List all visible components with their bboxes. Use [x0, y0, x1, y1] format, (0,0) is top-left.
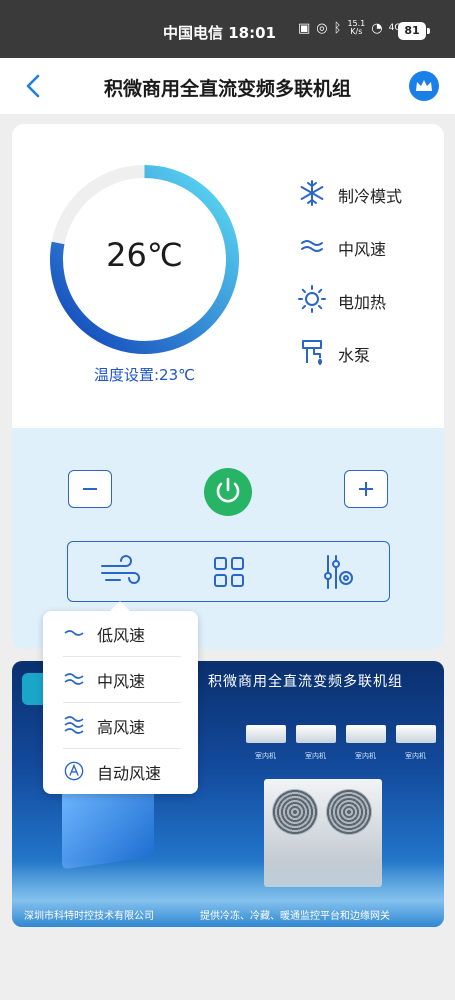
current-temperature: 26℃ — [106, 236, 183, 274]
indoor-unit-image — [246, 725, 286, 743]
battery-icon: 81 — [398, 22, 430, 40]
fan-grille — [326, 789, 372, 835]
indoor-label: 室内机 — [405, 752, 426, 760]
fan-grille — [272, 789, 318, 835]
wind-mid-icon — [64, 673, 84, 685]
banner-title: 积微商用全直流变频多联机组 — [208, 674, 403, 690]
sun-icon — [298, 285, 326, 313]
water-pump-icon — [302, 340, 322, 365]
fan-speed-mid-option[interactable]: 中风速 — [43, 657, 198, 702]
fan-speed-popup: 低风速 中风速 高风速 自动风速 — [43, 611, 198, 794]
power-icon — [216, 477, 240, 503]
fan-speed-button[interactable] — [98, 552, 142, 592]
status-icons: ▣ ◎ ᛒ 15.1 K/s ◔ 4G — [298, 20, 401, 36]
minus-icon — [83, 488, 97, 490]
grid-menu-icon — [214, 557, 244, 587]
wind-high-icon — [64, 716, 84, 734]
vip-button[interactable] — [409, 71, 439, 101]
carrier-time: 中国电信 18:01 — [163, 24, 276, 42]
status-bar: 中国电信 18:01 ▣ ◎ ᛒ 15.1 K/s ◔ 4G 81 — [0, 0, 455, 58]
settings-sliders-icon — [324, 555, 353, 589]
auto-wind-icon — [64, 761, 84, 781]
indoor-unit-image — [346, 725, 386, 743]
wifi-icon: ◔ — [371, 20, 383, 36]
menu-grid-button[interactable] — [207, 552, 251, 592]
function-bar — [67, 541, 390, 602]
increase-temp-button[interactable] — [344, 470, 388, 508]
indoor-unit-image — [296, 725, 336, 743]
temperature-gauge: 26℃ — [47, 162, 242, 357]
network-speed: 15.1 K/s — [347, 19, 366, 36]
alarm-icon: ◎ — [316, 20, 328, 36]
nfc-icon: ▣ — [298, 20, 311, 36]
fan-speed-icon — [101, 555, 140, 584]
power-button[interactable] — [204, 468, 252, 516]
wind-low-icon — [64, 630, 84, 636]
fan-speed-low-option[interactable]: 低风速 — [43, 611, 198, 656]
crown-icon — [416, 80, 432, 91]
indoor-label: 室内机 — [355, 752, 376, 760]
fan-speed-high-option[interactable]: 高风速 — [43, 703, 198, 748]
snowflake-icon — [300, 180, 324, 206]
banner-slogan: 提供冷冻、冷藏、暖通监控平台和边缘网关 — [200, 911, 390, 922]
decrease-temp-button[interactable] — [68, 470, 112, 508]
control-card: 26℃ 温度设置:23℃ 制冷模式 中风速 电加热 水泵 — [12, 124, 444, 649]
temperature-setpoint: 温度设置:23℃ — [94, 366, 195, 384]
page-title: 积微商用全直流变频多联机组 — [103, 78, 351, 100]
plus-icon — [359, 482, 373, 496]
fan-speed-auto-option[interactable]: 自动风速 — [43, 749, 198, 794]
wind-icon — [301, 240, 323, 252]
indoor-label: 室内机 — [305, 752, 326, 760]
indoor-label: 室内机 — [255, 752, 276, 760]
banner-company: 深圳市科特时控技术有限公司 — [24, 911, 154, 922]
indoor-unit-image — [396, 725, 436, 743]
bluetooth-icon: ᛒ — [333, 20, 342, 36]
nav-bar: 积微商用全直流变频多联机组 — [0, 58, 455, 114]
settings-button[interactable] — [316, 552, 360, 592]
